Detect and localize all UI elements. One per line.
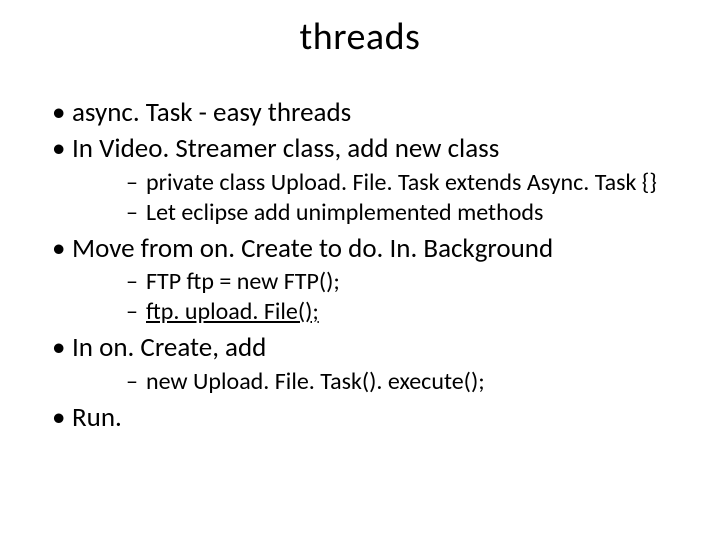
slide-title: threads: [30, 14, 690, 60]
sub-bullet-list: new Upload. File. Task(). execute();: [72, 367, 690, 397]
bullet-list: async. Task - easy threads In Video. Str…: [30, 96, 690, 435]
bullet-text: Run.: [72, 401, 122, 434]
bullet-text: Move from on. Create to do. In. Backgrou…: [72, 232, 553, 265]
bullet-text: new Upload. File. Task(). execute();: [146, 367, 485, 396]
sub-bullet-list: FTP ftp = new FTP(); ftp. upload. File()…: [72, 267, 690, 327]
list-item: Let eclipse add unimplemented methods: [72, 198, 690, 228]
list-item: FTP ftp = new FTP();: [72, 267, 690, 297]
list-item: In Video. Streamer class, add new class …: [30, 132, 690, 228]
list-item: ftp. upload. File();: [72, 297, 690, 327]
bullet-text: async. Task - easy threads: [72, 96, 351, 129]
bullet-text: FTP ftp = new FTP();: [146, 267, 340, 296]
list-item: In on. Create, add new Upload. File. Tas…: [30, 331, 690, 397]
bullet-text: private class Upload. File. Task extends…: [146, 168, 657, 197]
sub-bullet-list: private class Upload. File. Task extends…: [72, 168, 690, 228]
bullet-text-underlined: ftp. upload. File();: [146, 297, 319, 326]
bullet-text: Let eclipse add unimplemented methods: [146, 198, 543, 227]
list-item: private class Upload. File. Task extends…: [72, 168, 690, 198]
bullet-text: In Video. Streamer class, add new class: [72, 132, 499, 165]
slide: threads async. Task - easy threads In Vi…: [0, 0, 720, 540]
list-item: async. Task - easy threads: [30, 96, 690, 130]
list-item: Move from on. Create to do. In. Backgrou…: [30, 232, 690, 328]
list-item: new Upload. File. Task(). execute();: [72, 367, 690, 397]
list-item: Run.: [30, 401, 690, 435]
bullet-text: In on. Create, add: [72, 331, 266, 364]
